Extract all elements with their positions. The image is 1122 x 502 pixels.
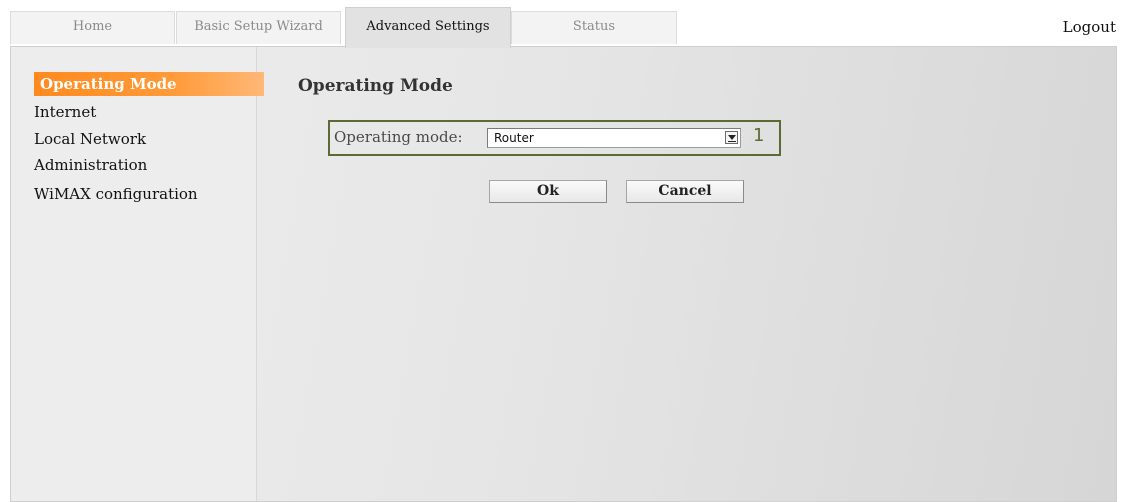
tab-status[interactable]: Status — [511, 11, 677, 44]
sidebar-item-internet[interactable]: Internet — [34, 100, 96, 124]
logout-link[interactable]: Logout — [1063, 18, 1116, 36]
ok-button[interactable]: Ok — [489, 180, 607, 203]
sidebar: Operating Mode Internet Local Network Ad… — [11, 47, 264, 501]
tab-basic-setup-wizard[interactable]: Basic Setup Wizard — [176, 11, 341, 44]
callout-number: 1 — [753, 125, 765, 146]
top-tab-bar: Home Basic Setup Wizard Advanced Setting… — [0, 0, 1122, 48]
chevron-down-icon[interactable] — [725, 131, 738, 144]
operating-mode-select-value: Router — [494, 131, 534, 145]
sidebar-item-operating-mode[interactable]: Operating Mode — [34, 72, 264, 96]
sidebar-item-local-network[interactable]: Local Network — [34, 127, 146, 151]
tab-advanced-settings[interactable]: Advanced Settings — [345, 7, 511, 48]
main-panel: Operating Mode Internet Local Network Ad… — [10, 46, 1117, 502]
sidebar-item-administration[interactable]: Administration — [34, 153, 147, 177]
page-title: Operating Mode — [298, 76, 453, 96]
tab-home[interactable]: Home — [10, 11, 175, 44]
cancel-button[interactable]: Cancel — [626, 180, 744, 203]
operating-mode-label: Operating mode: — [334, 128, 463, 146]
operating-mode-callout-box: Operating mode: Router 1 — [328, 120, 781, 156]
sidebar-item-wimax-configuration[interactable]: WiMAX configuration — [34, 182, 198, 206]
operating-mode-select[interactable]: Router — [487, 128, 741, 148]
